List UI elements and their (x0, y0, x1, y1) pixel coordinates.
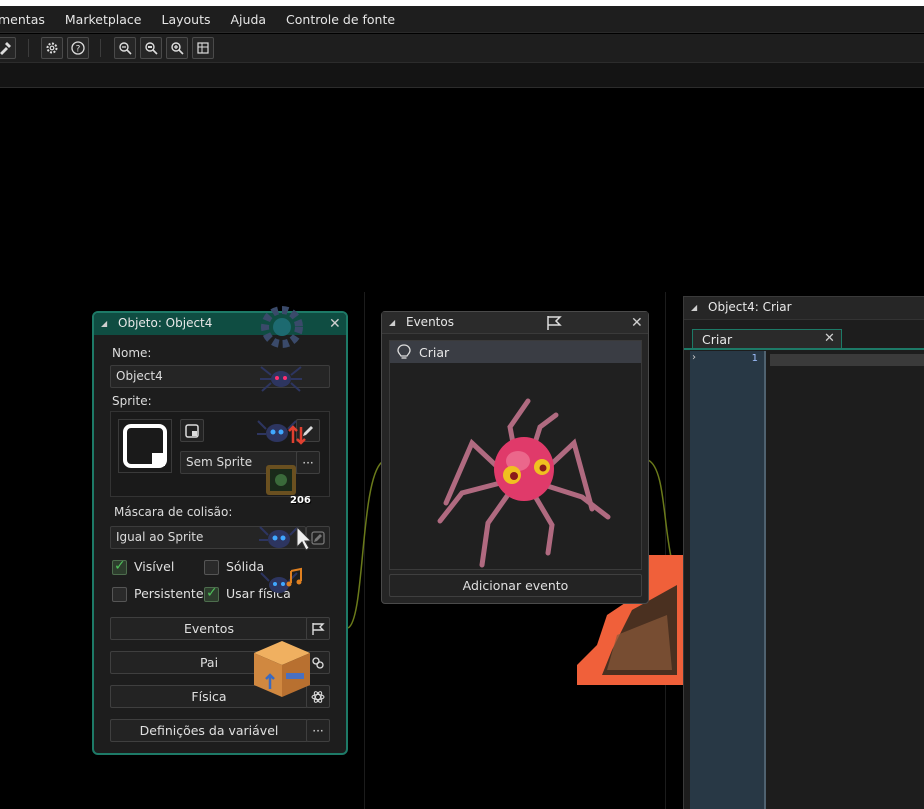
solid-checkbox[interactable] (204, 560, 219, 575)
event-item-label: Criar (419, 345, 450, 360)
persistent-label: Persistente (134, 586, 204, 601)
close-icon[interactable]: ✕ (824, 332, 835, 346)
line-number: 1 (751, 353, 758, 364)
grid-icon[interactable] (192, 37, 214, 59)
menu-item-layouts[interactable]: Layouts (151, 6, 220, 33)
zoom-out-icon[interactable] (114, 37, 136, 59)
new-sprite-button[interactable] (180, 419, 204, 442)
zoom-reset-icon[interactable] (140, 37, 162, 59)
menu-item-controle-de-fonte[interactable]: Controle de fonte (276, 6, 405, 33)
events-panel-title: Eventos (406, 315, 454, 329)
code-tab-label: Criar (702, 332, 733, 347)
tab-underline (684, 348, 924, 350)
overlay-counter: 206 (290, 495, 311, 506)
spider-cursor-icon (259, 525, 313, 551)
help-icon[interactable]: ? (67, 37, 89, 59)
lightbulb-icon (397, 344, 411, 359)
spider-icon (260, 366, 302, 392)
gear-icon (261, 306, 303, 348)
menu-item-ferramentas[interactable]: mentas (0, 6, 55, 33)
close-icon[interactable]: ✕ (329, 317, 341, 331)
spider-transfer-icon (257, 420, 306, 445)
close-icon[interactable]: ✕ (631, 316, 643, 330)
spider-illustration (437, 398, 611, 568)
menu-item-marketplace[interactable]: Marketplace (55, 6, 152, 33)
use-physics-checkbox[interactable] (204, 585, 219, 602)
sprite-label: Sprite: (112, 394, 152, 408)
name-label: Nome: (112, 346, 152, 360)
persistent-checkbox[interactable] (112, 587, 127, 602)
flag-icon[interactable] (546, 315, 562, 331)
sprite-preview[interactable] (118, 419, 172, 473)
tab-criar[interactable]: Criar ✕ (692, 329, 842, 349)
toolbar-separator (28, 39, 29, 57)
menu-item-ajuda[interactable]: Ajuda (221, 6, 277, 33)
collision-mask-label: Máscara de colisão: (114, 505, 233, 519)
visible-label: Visível (134, 559, 175, 574)
object-panel-header[interactable]: ◢ Objeto: Object4 ✕ (94, 313, 346, 335)
paint-icon[interactable] (0, 37, 16, 59)
empty-sprite-icon (123, 424, 167, 468)
object-panel: ◢ Objeto: Object4 ✕ Nome: Object4 Sprite… (92, 306, 348, 755)
flag-icon (312, 622, 325, 635)
spider-music-icon (260, 567, 302, 593)
svg-text:?: ? (76, 45, 81, 55)
collapse-icon[interactable]: ◢ (691, 303, 697, 312)
toolbar-separator (100, 39, 101, 57)
toolbar: ? (0, 34, 924, 62)
line-gutter: › 1 (690, 351, 766, 809)
events-list: Criar (389, 340, 642, 570)
visible-checkbox[interactable] (112, 558, 127, 575)
pencil-icon (311, 530, 325, 545)
new-sprite-icon (185, 423, 199, 438)
event-item-create[interactable]: Criar (390, 341, 641, 363)
zoom-in-icon[interactable] (166, 37, 188, 59)
package-icon (254, 641, 310, 697)
object-panel-title: Objeto: Object4 (118, 316, 213, 330)
fold-arrow-icon[interactable]: › (692, 352, 696, 363)
collapse-icon[interactable]: ◢ (389, 318, 395, 327)
gear-icon[interactable] (41, 37, 63, 59)
menu-bar: mentas Marketplace Layouts Ajuda Control… (0, 6, 924, 33)
code-panel-header[interactable]: ◢ Object4: Criar (684, 297, 924, 320)
room-tab-strip (0, 62, 924, 88)
code-editor-panel: ◢ Object4: Criar Criar ✕ › 1 (683, 296, 924, 809)
add-event-button[interactable]: Adicionar evento (389, 574, 642, 597)
code-panel-title: Object4: Criar (708, 300, 792, 314)
variable-definitions-button[interactable]: Definições da variável (110, 719, 308, 742)
collapse-icon[interactable]: ◢ (101, 319, 107, 328)
events-panel-header[interactable]: ◢ Eventos ✕ (382, 312, 648, 334)
code-current-line[interactable] (770, 354, 924, 366)
variable-definitions-more-button[interactable]: ··· (306, 719, 330, 742)
events-panel: ◢ Eventos ✕ Criar Adicionar evento (381, 311, 649, 604)
